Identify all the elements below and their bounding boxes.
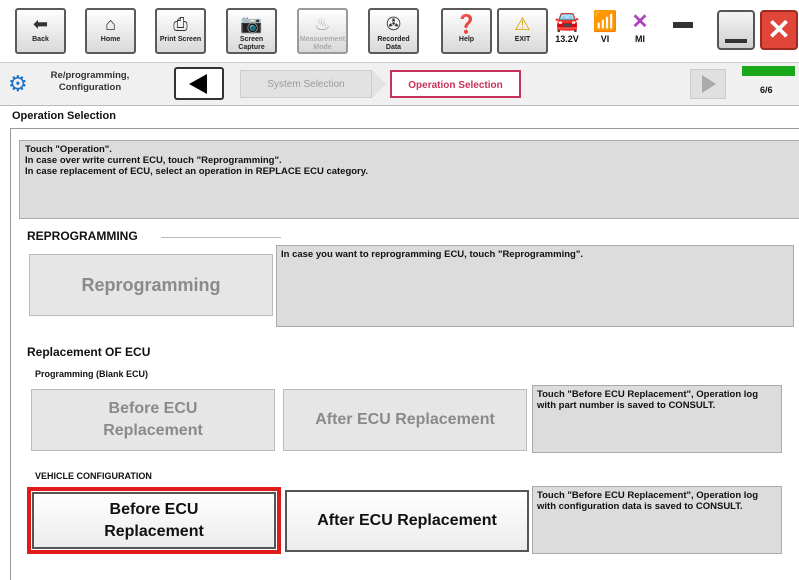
battery-status: ▬ bbox=[668, 10, 698, 34]
triangle-left-icon bbox=[189, 74, 207, 94]
disconnected-icon: ✕ bbox=[631, 11, 649, 33]
battery-voltage: 🚘 13.2V bbox=[552, 10, 582, 44]
close-icon: ✕ bbox=[767, 14, 791, 45]
battery-icon: ▬ bbox=[673, 11, 693, 33]
recorded-data-button[interactable]: ✇ Recorded Data bbox=[368, 8, 419, 54]
reprogramming-header: REPROGRAMMING bbox=[27, 229, 138, 243]
screen-capture-button[interactable]: 📷 Screen Capture bbox=[226, 8, 277, 54]
vehicle-before-ecu-replacement-button[interactable]: Before ECU Replacement bbox=[32, 492, 276, 549]
blank-after-ecu-replacement-button[interactable]: After ECU Replacement bbox=[283, 389, 527, 451]
home-button[interactable]: ⌂ Home bbox=[85, 8, 136, 54]
vi-status: 📶 VI bbox=[590, 10, 620, 44]
measurement-icon: ♨ bbox=[314, 14, 331, 34]
home-icon: ⌂ bbox=[105, 14, 116, 34]
reprogramming-button[interactable]: Reprogramming bbox=[29, 254, 273, 316]
app-label: Re/programming, Configuration bbox=[50, 70, 130, 93]
instruction-line: Touch "Operation". bbox=[25, 144, 112, 155]
reprogramming-note: In case you want to reprogramming ECU, t… bbox=[276, 245, 794, 327]
recorded-data-icon: ✇ bbox=[385, 14, 402, 34]
breadcrumb-system-selection[interactable]: System Selection bbox=[240, 70, 372, 98]
navigation-bar: ⚙ Re/programming, Configuration System S… bbox=[0, 62, 799, 106]
instruction-box: Touch "Operation". In case over write cu… bbox=[19, 140, 799, 219]
camera-icon: 📷 bbox=[240, 14, 263, 34]
toolbar: ⬅ Back ⌂ Home ⎙ Print Screen 📷 Screen Ca… bbox=[0, 0, 799, 62]
divider bbox=[161, 237, 281, 238]
printer-icon: ⎙ bbox=[173, 14, 188, 34]
help-button[interactable]: ❓ Help bbox=[441, 8, 492, 54]
back-button[interactable]: ⬅ Back bbox=[15, 8, 66, 54]
exit-button[interactable]: ⚠ EXIT bbox=[497, 8, 548, 54]
content-panel: Touch "Operation". In case over write cu… bbox=[10, 128, 799, 580]
reprogramming-app-icon: ⚙ bbox=[8, 71, 28, 96]
vehicle-configuration-note: Touch "Before ECU Replacement", Operatio… bbox=[532, 486, 782, 554]
breadcrumb-arrow bbox=[372, 70, 386, 98]
nav-back-button[interactable] bbox=[174, 67, 224, 100]
help-icon: ❓ bbox=[455, 14, 478, 34]
measurement-mode-button[interactable]: ♨ Measurement Mode bbox=[297, 8, 348, 54]
replacement-header: Replacement OF ECU bbox=[27, 345, 151, 359]
vehicle-after-ecu-replacement-button[interactable]: After ECU Replacement bbox=[285, 490, 529, 552]
print-screen-button[interactable]: ⎙ Print Screen bbox=[155, 8, 206, 54]
car-icon: 🚘 bbox=[554, 11, 580, 33]
page-counter: 6/6 bbox=[760, 85, 773, 95]
nav-forward-button[interactable] bbox=[690, 69, 726, 99]
minimize-button[interactable] bbox=[717, 10, 755, 50]
blank-before-ecu-replacement-button[interactable]: Before ECU Replacement bbox=[31, 389, 275, 451]
blank-ecu-subheader: Programming (Blank ECU) bbox=[35, 369, 149, 379]
breadcrumb-operation-selection[interactable]: Operation Selection bbox=[390, 70, 521, 98]
blank-ecu-note: Touch "Before ECU Replacement", Operatio… bbox=[532, 385, 782, 453]
close-button[interactable]: ✕ bbox=[760, 10, 798, 50]
progress-bar bbox=[742, 66, 795, 76]
instruction-line: In case replacement of ECU, select an op… bbox=[25, 166, 368, 177]
minimize-icon bbox=[725, 39, 747, 43]
triangle-right-icon bbox=[702, 75, 716, 93]
vehicle-configuration-subheader: VEHICLE CONFIGURATION bbox=[35, 471, 152, 481]
back-arrow-icon: ⬅ bbox=[32, 14, 49, 34]
signal-icon: 📶 bbox=[592, 11, 618, 33]
page-title: Operation Selection bbox=[12, 110, 116, 122]
warning-icon: ⚠ bbox=[514, 14, 531, 34]
mi-status: ✕ MI bbox=[625, 10, 655, 44]
progress-fill bbox=[742, 66, 795, 76]
instruction-line: In case over write current ECU, touch "R… bbox=[25, 155, 282, 166]
